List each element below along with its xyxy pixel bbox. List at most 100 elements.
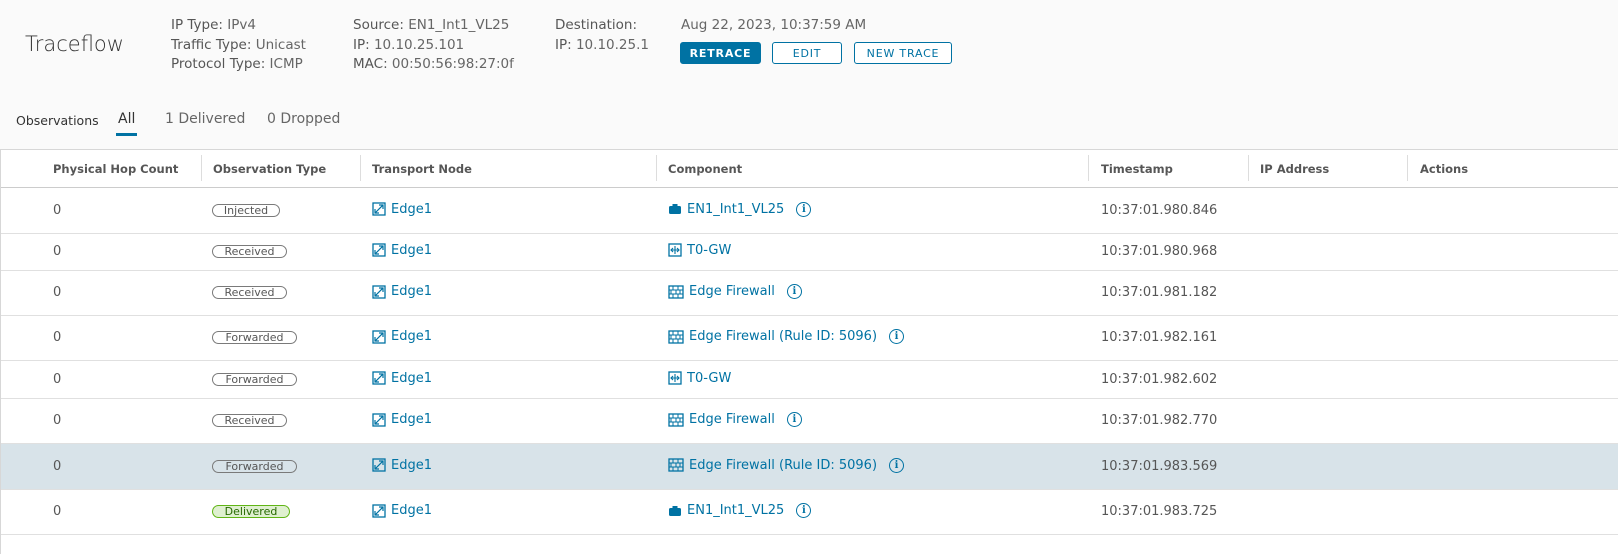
edge-node-icon	[372, 412, 391, 427]
timestamp: 10:37:01.983.569	[1101, 458, 1218, 474]
transport-node[interactable]: Edge1	[372, 412, 432, 427]
transport-node-link[interactable]: Edge1	[391, 284, 432, 299]
info-icon[interactable]: i	[889, 329, 905, 344]
new-trace-button[interactable]: NEW TRACE	[854, 42, 952, 64]
edge-node-icon	[372, 458, 391, 472]
destination-label: Destination:	[555, 17, 638, 33]
source-name: Source: EN1_Int1_VL25	[353, 17, 510, 33]
table-row[interactable]: 0 Injected Edge1 EN1_Int1_VL25 i 10:37:01.980…	[1, 188, 1618, 234]
table-row[interactable]: 0 Delivered Edge1 EN1_Int1_VL25 i 10:37:01.98…	[1, 490, 1618, 535]
component[interactable]: Edge Firewall (Rule ID: 5096) i	[668, 329, 905, 344]
component-link[interactable]: T0-GW	[687, 243, 731, 258]
segment-port-icon	[668, 202, 687, 216]
observations-table: Physical Hop Count Observation Type Tran…	[0, 149, 1618, 554]
component-link[interactable]: EN1_Int1_VL25	[687, 202, 784, 217]
page-title: Traceflow	[25, 32, 124, 56]
trace-timestamp: Aug 22, 2023, 10:37:59 AM	[681, 17, 867, 33]
info-icon[interactable]: i	[786, 412, 802, 427]
component[interactable]: T0-GW	[668, 243, 731, 258]
timestamp: 10:37:01.983.725	[1101, 504, 1218, 519]
tab-delivered[interactable]: 1 Delivered	[165, 111, 245, 127]
edge-node-icon	[372, 243, 391, 257]
ip-type: IP Type: IPv4	[171, 17, 256, 33]
transport-node[interactable]: Edge1	[372, 284, 432, 299]
table-row[interactable]: 0 Received Edge1 Edge Firewall i 10:37:01.982…	[1, 399, 1618, 444]
edge-node-icon	[372, 329, 391, 344]
column-separator[interactable]	[1248, 155, 1249, 181]
protocol-type: Protocol Type: ICMP	[171, 56, 303, 72]
hop-count: 0	[53, 458, 62, 474]
tab-dropped[interactable]: 0 Dropped	[267, 111, 340, 127]
component[interactable]: Edge Firewall i	[668, 284, 802, 299]
component[interactable]: Edge Firewall (Rule ID: 5096) i	[668, 457, 905, 473]
edit-button[interactable]: EDIT	[772, 42, 842, 64]
table-row[interactable]: 0 Forwarded Edge1 T0-GW 10:37:01.982.602	[1, 361, 1618, 399]
table-row[interactable]: 0 Received Edge1 T0-GW 10:37:01.980.968	[1, 233, 1618, 271]
trace-destination: Destination: IP: 10.10.25.1	[555, 16, 649, 55]
timestamp: 10:37:01.982.770	[1101, 413, 1218, 428]
transport-node-link[interactable]: Edge1	[391, 243, 432, 258]
transport-node-link[interactable]: Edge1	[391, 329, 432, 344]
info-icon[interactable]: i	[786, 284, 802, 299]
timestamp: 10:37:01.982.161	[1101, 330, 1218, 345]
column-separator[interactable]	[1088, 155, 1089, 181]
col-component[interactable]: Component	[668, 162, 742, 176]
observation-type-badge: Forwarded	[212, 331, 297, 344]
table-row[interactable]: 0 Forwarded Edge1 Edge Firewall (Rule ID: 5…	[1, 444, 1618, 490]
info-icon[interactable]: i	[889, 457, 905, 473]
hop-count: 0	[53, 285, 62, 300]
col-ip-address[interactable]: IP Address	[1260, 162, 1329, 176]
transport-node-link[interactable]: Edge1	[391, 412, 432, 427]
component-link[interactable]: T0-GW	[687, 371, 731, 386]
col-actions[interactable]: Actions	[1420, 162, 1468, 176]
observation-type-badge: Received	[212, 414, 287, 427]
transport-node-link[interactable]: Edge1	[391, 371, 432, 386]
table-row[interactable]: 0 Forwarded Edge1 Edge Firewall (Rule ID: 5…	[1, 316, 1618, 361]
component-link[interactable]: Edge Firewall	[689, 412, 775, 427]
info-icon[interactable]: i	[796, 201, 812, 217]
transport-node-link[interactable]: Edge1	[391, 202, 432, 217]
router-icon	[668, 371, 687, 385]
transport-node[interactable]: Edge1	[372, 329, 432, 344]
component[interactable]: Edge Firewall i	[668, 412, 802, 427]
transport-node[interactable]: Edge1	[372, 202, 432, 217]
observation-type-badge: Delivered	[212, 505, 290, 518]
component-link[interactable]: Edge Firewall (Rule ID: 5096)	[689, 329, 877, 344]
table-row[interactable]: 0 Received Edge1 Edge Firewall i 10:37:01.981…	[1, 271, 1618, 316]
component-link[interactable]: Edge Firewall	[689, 284, 775, 299]
column-separator[interactable]	[360, 155, 361, 181]
hop-count: 0	[53, 413, 62, 428]
trace-summary-type: IP Type: IPv4 Traffic Type: Unicast Prot…	[171, 16, 306, 75]
transport-node-link[interactable]: Edge1	[391, 458, 432, 473]
source-ip: IP: 10.10.25.101	[353, 36, 465, 53]
column-separator[interactable]	[1407, 155, 1408, 181]
hop-count: 0	[53, 243, 62, 259]
trace-source: Source: EN1_Int1_VL25 IP: 10.10.25.101 M…	[353, 16, 514, 75]
component-link[interactable]: Edge Firewall (Rule ID: 5096)	[689, 458, 877, 473]
retrace-button[interactable]: RETRACE	[680, 42, 761, 64]
tab-all[interactable]: All	[115, 111, 138, 136]
edge-node-icon	[372, 284, 391, 299]
col-observation-type[interactable]: Observation Type	[213, 162, 326, 176]
col-timestamp[interactable]: Timestamp	[1101, 162, 1173, 176]
destination-ip: IP: 10.10.25.1	[555, 36, 649, 53]
col-physical-hop-count[interactable]: Physical Hop Count	[53, 162, 178, 176]
info-icon[interactable]: i	[796, 503, 812, 518]
hop-count: 0	[53, 504, 62, 519]
observation-type-badge: Received	[212, 244, 287, 258]
component[interactable]: T0-GW	[668, 371, 731, 386]
transport-node-link[interactable]: Edge1	[391, 503, 432, 518]
transport-node[interactable]: Edge1	[372, 371, 432, 386]
component[interactable]: EN1_Int1_VL25 i	[668, 503, 812, 518]
component-link[interactable]: EN1_Int1_VL25	[687, 503, 784, 518]
observation-type-badge: Forwarded	[212, 372, 297, 386]
transport-node[interactable]: Edge1	[372, 458, 432, 473]
observation-type-badge: Forwarded	[212, 459, 297, 473]
column-separator[interactable]	[656, 155, 657, 181]
component[interactable]: EN1_Int1_VL25 i	[668, 201, 812, 217]
transport-node[interactable]: Edge1	[372, 503, 432, 518]
col-transport-node[interactable]: Transport Node	[372, 162, 472, 176]
transport-node[interactable]: Edge1	[372, 243, 432, 258]
edge-node-icon	[372, 503, 391, 518]
column-separator[interactable]	[201, 155, 202, 181]
